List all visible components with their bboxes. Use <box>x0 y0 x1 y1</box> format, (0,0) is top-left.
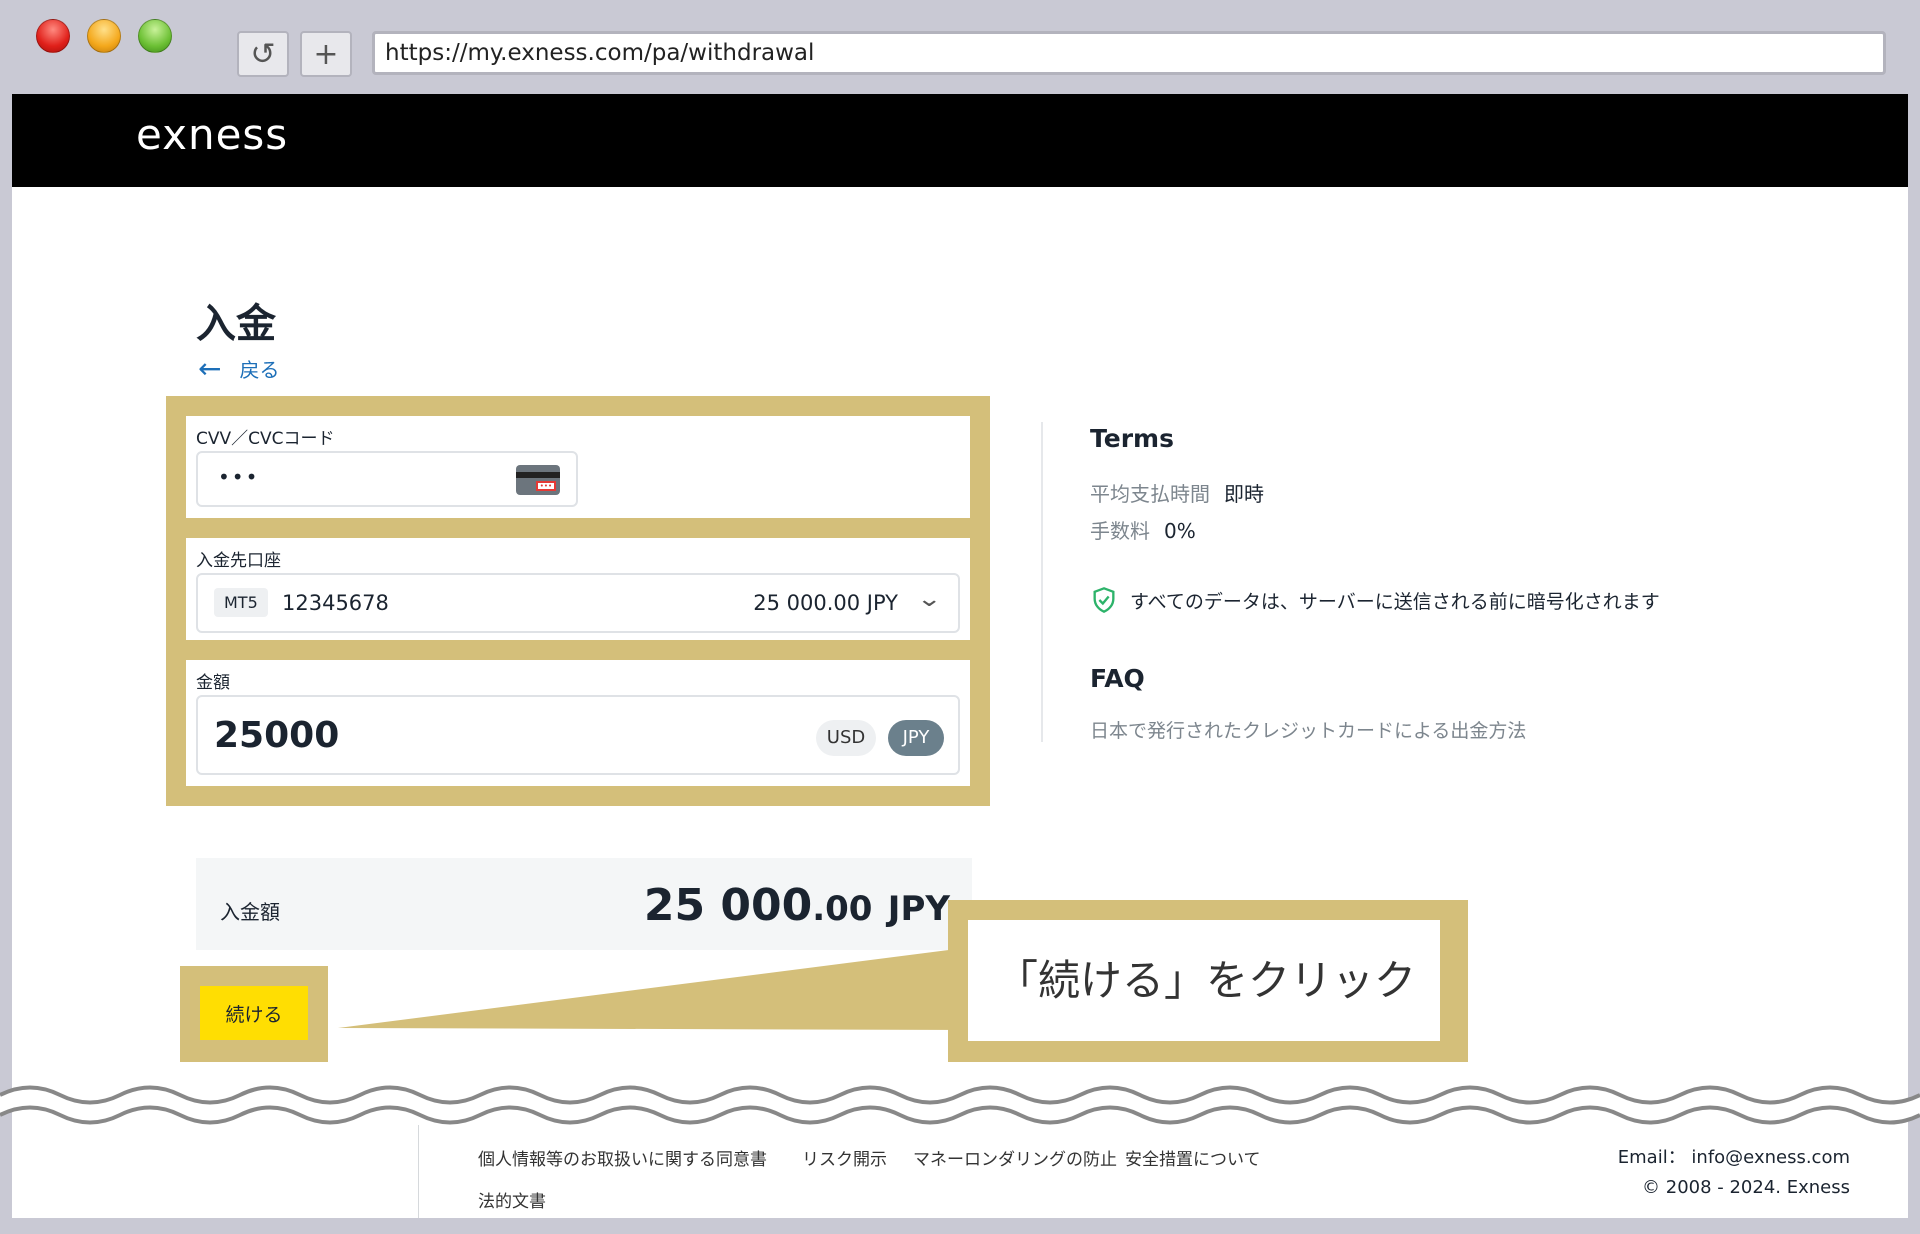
fee-label: 手数料 <box>1090 519 1150 543</box>
site-footer: 個人情報等のお取扱いに関する同意書 リスク開示 マネーロンダリングの防止 安全措… <box>12 1125 1908 1218</box>
cvv-label: CVV／CVCコード <box>196 429 335 449</box>
account-section: 入金先口座 MT5 12345678 25 000.00 JPY ⌄ <box>186 538 970 640</box>
shield-check-icon <box>1093 587 1115 613</box>
address-bar[interactable]: https://my.exness.com/pa/withdrawal <box>372 31 1886 75</box>
summary-int: 25 000 <box>643 880 813 931</box>
footer-link-risk[interactable]: リスク開示 <box>802 1145 887 1170</box>
page: exness 入金 ← 戻る CVV／CVCコード ••• ••• 入金先口座 … <box>12 94 1908 1218</box>
maximize-window-button[interactable] <box>138 19 172 53</box>
account-number: 12345678 <box>282 591 389 615</box>
arrow-left-icon: ← <box>198 351 222 385</box>
instruction-callout: 「続ける」をクリック <box>948 900 1468 1062</box>
reload-icon: ↺ <box>250 36 276 72</box>
amount-input[interactable]: 25000 USD JPY <box>196 695 960 775</box>
summary-label: 入金額 <box>220 900 280 924</box>
account-label: 入金先口座 <box>196 551 281 571</box>
back-link[interactable]: ← 戻る <box>198 354 279 383</box>
account-balance: 25 000.00 JPY <box>753 591 898 615</box>
chevron-down-icon: ⌄ <box>915 587 942 612</box>
footer-link-aml[interactable]: マネーロンダリングの防止 <box>913 1145 1117 1170</box>
reload-button[interactable]: ↺ <box>237 31 289 77</box>
exness-logo[interactable]: exness <box>136 110 288 159</box>
payout-time-row: 平均支払時間 即時 <box>1090 478 1264 507</box>
amount-label: 金額 <box>196 673 230 693</box>
footer-copyright: © 2008 - 2024. Exness <box>1642 1177 1850 1198</box>
close-window-button[interactable] <box>36 19 70 53</box>
footer-divider <box>418 1125 419 1218</box>
site-header: exness <box>12 94 1908 187</box>
amount-section: 金額 25000 USD JPY <box>186 660 970 786</box>
cvv-value: ••• <box>218 465 260 489</box>
footer-link-legal[interactable]: 法的文書 <box>478 1187 546 1212</box>
currency-jpy-toggle[interactable]: JPY <box>888 720 944 756</box>
footer-email[interactable]: Email： info@exness.com <box>1618 1143 1850 1169</box>
page-title: 入金 <box>196 301 276 347</box>
cvv-input[interactable]: ••• ••• <box>196 451 578 507</box>
callout-text: 「続ける」をクリック <box>968 920 1440 1041</box>
security-note-text: すべてのデータは、サーバーに送信される前に暗号化されます <box>1130 590 1660 613</box>
deposit-summary: 入金額 25 000.00 JPY <box>196 858 972 950</box>
back-label: 戻る <box>239 358 280 382</box>
fee-row: 手数料 0% <box>1090 515 1196 544</box>
cvv-section: CVV／CVCコード ••• ••• <box>186 416 970 518</box>
account-select[interactable]: MT5 12345678 25 000.00 JPY ⌄ <box>196 573 960 633</box>
footer-link-privacy[interactable]: 個人情報等のお取扱いに関する同意書 <box>478 1145 767 1170</box>
fee-value: 0% <box>1164 519 1196 543</box>
security-note: すべてのデータは、サーバーに送信される前に暗号化されます <box>1090 586 1660 614</box>
summary-amount: 25 000.00 JPY <box>644 880 950 931</box>
new-tab-button[interactable]: + <box>300 31 352 77</box>
faq-link[interactable]: 日本で発行されたクレジットカードによる出金方法 <box>1090 716 1526 743</box>
summary-dec: .00 <box>812 889 873 929</box>
footer-link-security[interactable]: 安全措置について <box>1125 1145 1261 1170</box>
amount-value: 25000 <box>214 715 340 756</box>
divider <box>1041 422 1043 742</box>
credit-card-icon: ••• <box>516 465 560 495</box>
minimize-window-button[interactable] <box>87 19 121 53</box>
continue-button[interactable]: 続ける <box>200 986 308 1040</box>
summary-currency: JPY <box>887 889 950 929</box>
plus-icon: + <box>313 36 339 72</box>
currency-usd-toggle[interactable]: USD <box>816 720 876 756</box>
terms-title: Terms <box>1090 424 1174 453</box>
payout-time-value: 即時 <box>1224 482 1264 506</box>
browser-chrome: ↺ + https://my.exness.com/pa/withdrawal <box>0 0 1920 94</box>
platform-badge: MT5 <box>214 588 268 617</box>
payout-time-label: 平均支払時間 <box>1090 482 1210 506</box>
faq-title: FAQ <box>1090 664 1145 693</box>
